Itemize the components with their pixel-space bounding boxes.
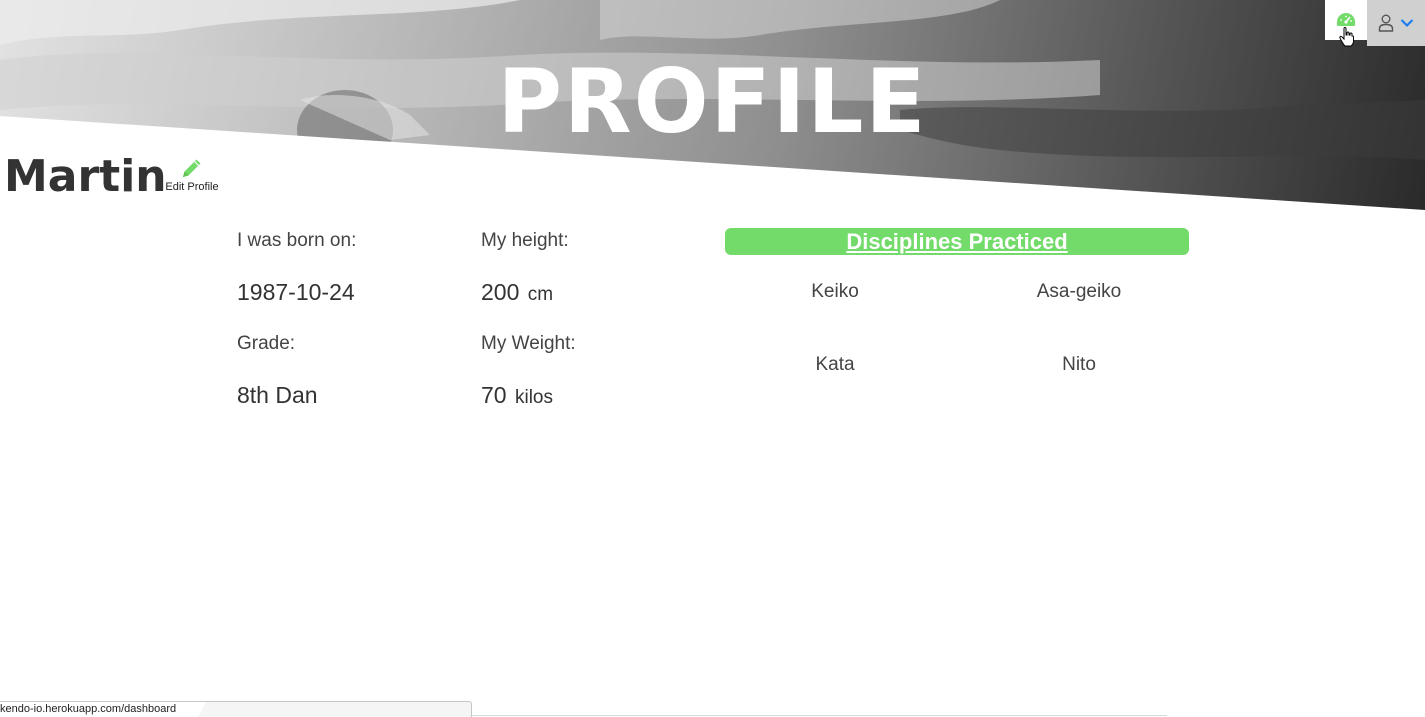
height-value-group: 200 cm (481, 279, 553, 306)
browser-status-bar: kendo-io.herokuapp.com/dashboard (0, 701, 472, 717)
discipline-item: Kata (815, 354, 855, 375)
grade-label: Grade: (237, 333, 296, 354)
discipline-item: Asa-geiko (1036, 281, 1122, 302)
user-menu-button[interactable] (1367, 0, 1425, 46)
weight-unit: kilos (514, 387, 553, 408)
disciplines-heading: Disciplines Practiced (725, 228, 1189, 255)
pencil-icon (183, 159, 201, 177)
born-label: I was born on: (237, 230, 357, 251)
discipline-item: Keiko (811, 281, 859, 302)
status-url: kendo-io.herokuapp.com/dashboard (0, 702, 206, 717)
weight-value-group: 70 kilos (481, 382, 553, 409)
divider (472, 715, 1167, 716)
edit-profile-label: Edit Profile (165, 181, 219, 193)
grade-value: 8th Dan (237, 382, 318, 408)
discipline-item: Nito (1062, 354, 1096, 375)
height-label: My height: (481, 230, 569, 251)
dashboard-nav-button[interactable] (1325, 0, 1367, 40)
height-value: 200 (481, 279, 520, 305)
page-title: PROFILE (497, 50, 928, 153)
profile-name: Martin (4, 151, 167, 202)
chevron-down-icon (1400, 19, 1414, 28)
born-value: 1987-10-24 (237, 279, 355, 305)
height-unit: cm (527, 284, 554, 305)
weight-label: My Weight: (481, 333, 576, 354)
weight-value: 70 (481, 382, 507, 408)
edit-profile-button[interactable]: Edit Profile (164, 156, 220, 193)
speedometer-icon (1337, 13, 1355, 26)
user-icon (1378, 14, 1394, 32)
